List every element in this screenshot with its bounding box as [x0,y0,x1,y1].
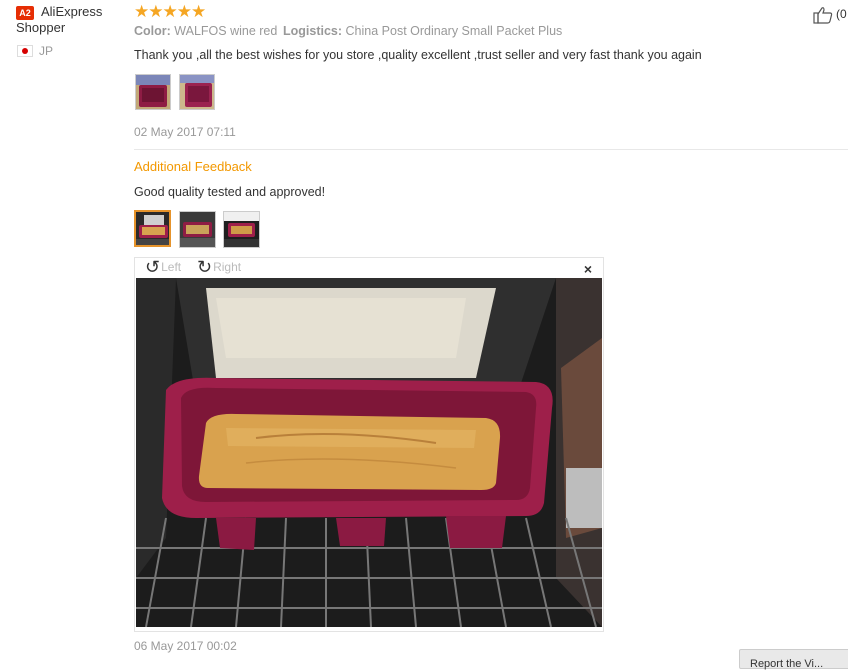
helpful-count[interactable]: (0 [836,7,847,21]
additional-feedback-text: Good quality tested and approved! [134,185,326,199]
logistics-attribute: Logistics: China Post Ordinary Small Pac… [283,24,562,38]
rotate-left-icon: ↺ [145,257,161,277]
enlarged-review-photo [136,278,602,627]
user-level-badge: A2 [16,6,34,20]
rotate-right-label: Right [213,260,242,274]
user-name: AliExpress [41,4,103,19]
user-name-line2: Shopper [16,20,66,35]
additional-feedback-heading: Additional Feedback [134,159,252,174]
user-country: JP [39,44,54,58]
color-label: Color: [134,24,171,38]
photo-viewer-toolbar: ↺ Left ↻ Right × [135,258,603,278]
divider [134,149,848,150]
japan-flag-icon [17,45,33,57]
logistics-value: China Post Ordinary Small Packet Plus [345,24,563,38]
close-icon[interactable]: × [584,261,592,277]
report-button[interactable]: Report the Vi... [739,649,848,670]
rotate-left-button[interactable]: ↺ Left [145,257,182,277]
star-rating: ★★★★★ [134,2,206,21]
rotate-left-label: Left [161,260,182,274]
photo-viewer: ↺ Left ↻ Right × [134,257,604,632]
additional-feedback-date: 06 May 2017 00:02 [134,639,237,653]
rotate-right-icon: ↻ [197,257,213,277]
rotate-right-button[interactable]: ↻ Right [197,257,242,277]
review-photo-thumbnail[interactable] [179,74,215,110]
review-text: Thank you ,all the best wishes for you s… [134,48,702,62]
additional-photo-thumbnail[interactable] [223,211,260,248]
additional-photo-thumbnail[interactable] [179,211,216,248]
review-date: 02 May 2017 07:11 [134,125,236,139]
logistics-label: Logistics: [283,24,343,38]
review-photo-thumbnail[interactable] [135,74,171,110]
color-value: WALFOS wine red [174,24,278,38]
color-attribute: Color: WALFOS wine red [134,24,277,38]
additional-photo-thumbnail-active[interactable] [134,210,171,247]
thumbs-up-icon[interactable] [813,6,833,24]
